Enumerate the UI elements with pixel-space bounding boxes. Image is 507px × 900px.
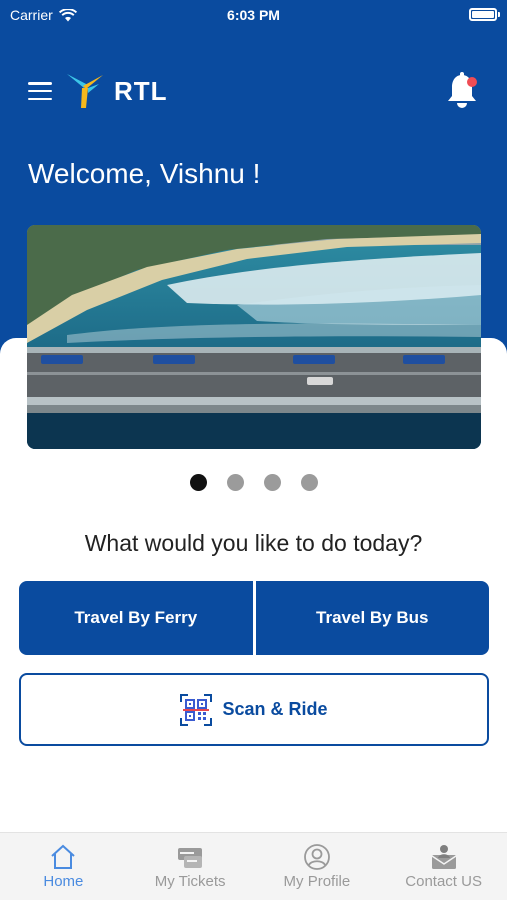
action-question: What would you like to do today? xyxy=(84,530,423,556)
bottom-tab-bar: Home My Tickets My Profile Contact US xyxy=(0,832,507,900)
notification-button[interactable] xyxy=(445,71,479,111)
scan-and-ride-label: Scan & Ride xyxy=(222,699,328,719)
travel-by-ferry-button[interactable]: Travel By Ferry xyxy=(19,581,253,655)
top-bar: RTL xyxy=(28,68,479,114)
tab-my-tickets[interactable]: My Tickets xyxy=(127,833,254,900)
profile-icon xyxy=(303,844,330,870)
travel-options: Travel By Ferry Travel By Bus xyxy=(19,581,489,655)
logo: RTL xyxy=(64,71,168,111)
ticket-icon xyxy=(178,848,203,868)
tab-my-profile-label: My Profile xyxy=(283,873,351,890)
tab-my-tickets-label: My Tickets xyxy=(154,873,226,890)
logo-text: RTL xyxy=(114,75,168,106)
rtl-logo-icon xyxy=(67,74,103,108)
carousel-dot-4[interactable] xyxy=(300,474,318,491)
carousel-dot-1[interactable] xyxy=(189,474,207,491)
notification-badge xyxy=(467,77,477,87)
carousel-dot-3[interactable] xyxy=(263,474,281,491)
brand: RTL xyxy=(28,71,168,111)
carousel-banner[interactable] xyxy=(27,225,481,449)
welcome-text: Welcome, Vishnu ! xyxy=(28,158,261,189)
menu-icon[interactable] xyxy=(28,82,52,100)
tab-contact-us-label: Contact US xyxy=(405,873,482,890)
carrier-label: Carrier xyxy=(10,7,53,23)
battery-fill xyxy=(472,11,494,18)
tab-contact-us[interactable]: Contact US xyxy=(380,833,507,900)
status-carrier: Carrier xyxy=(10,7,77,23)
contact-icon xyxy=(431,845,457,869)
status-bar: Carrier 6:03 PM xyxy=(0,0,507,30)
scan-and-ride-button[interactable]: Scan & Ride xyxy=(19,673,489,746)
travel-by-bus-button[interactable]: Travel By Bus xyxy=(255,581,489,655)
carousel-dot-2[interactable] xyxy=(226,474,244,491)
home-icon xyxy=(51,844,76,869)
qr-code-icon xyxy=(180,693,213,726)
tab-home-label: Home xyxy=(43,873,84,890)
wifi-icon xyxy=(58,8,77,21)
tab-home[interactable]: Home xyxy=(0,833,127,900)
battery-icon xyxy=(469,8,500,21)
banner-image xyxy=(27,225,481,449)
tab-my-profile[interactable]: My Profile xyxy=(254,833,381,900)
carousel-dots xyxy=(0,474,507,491)
